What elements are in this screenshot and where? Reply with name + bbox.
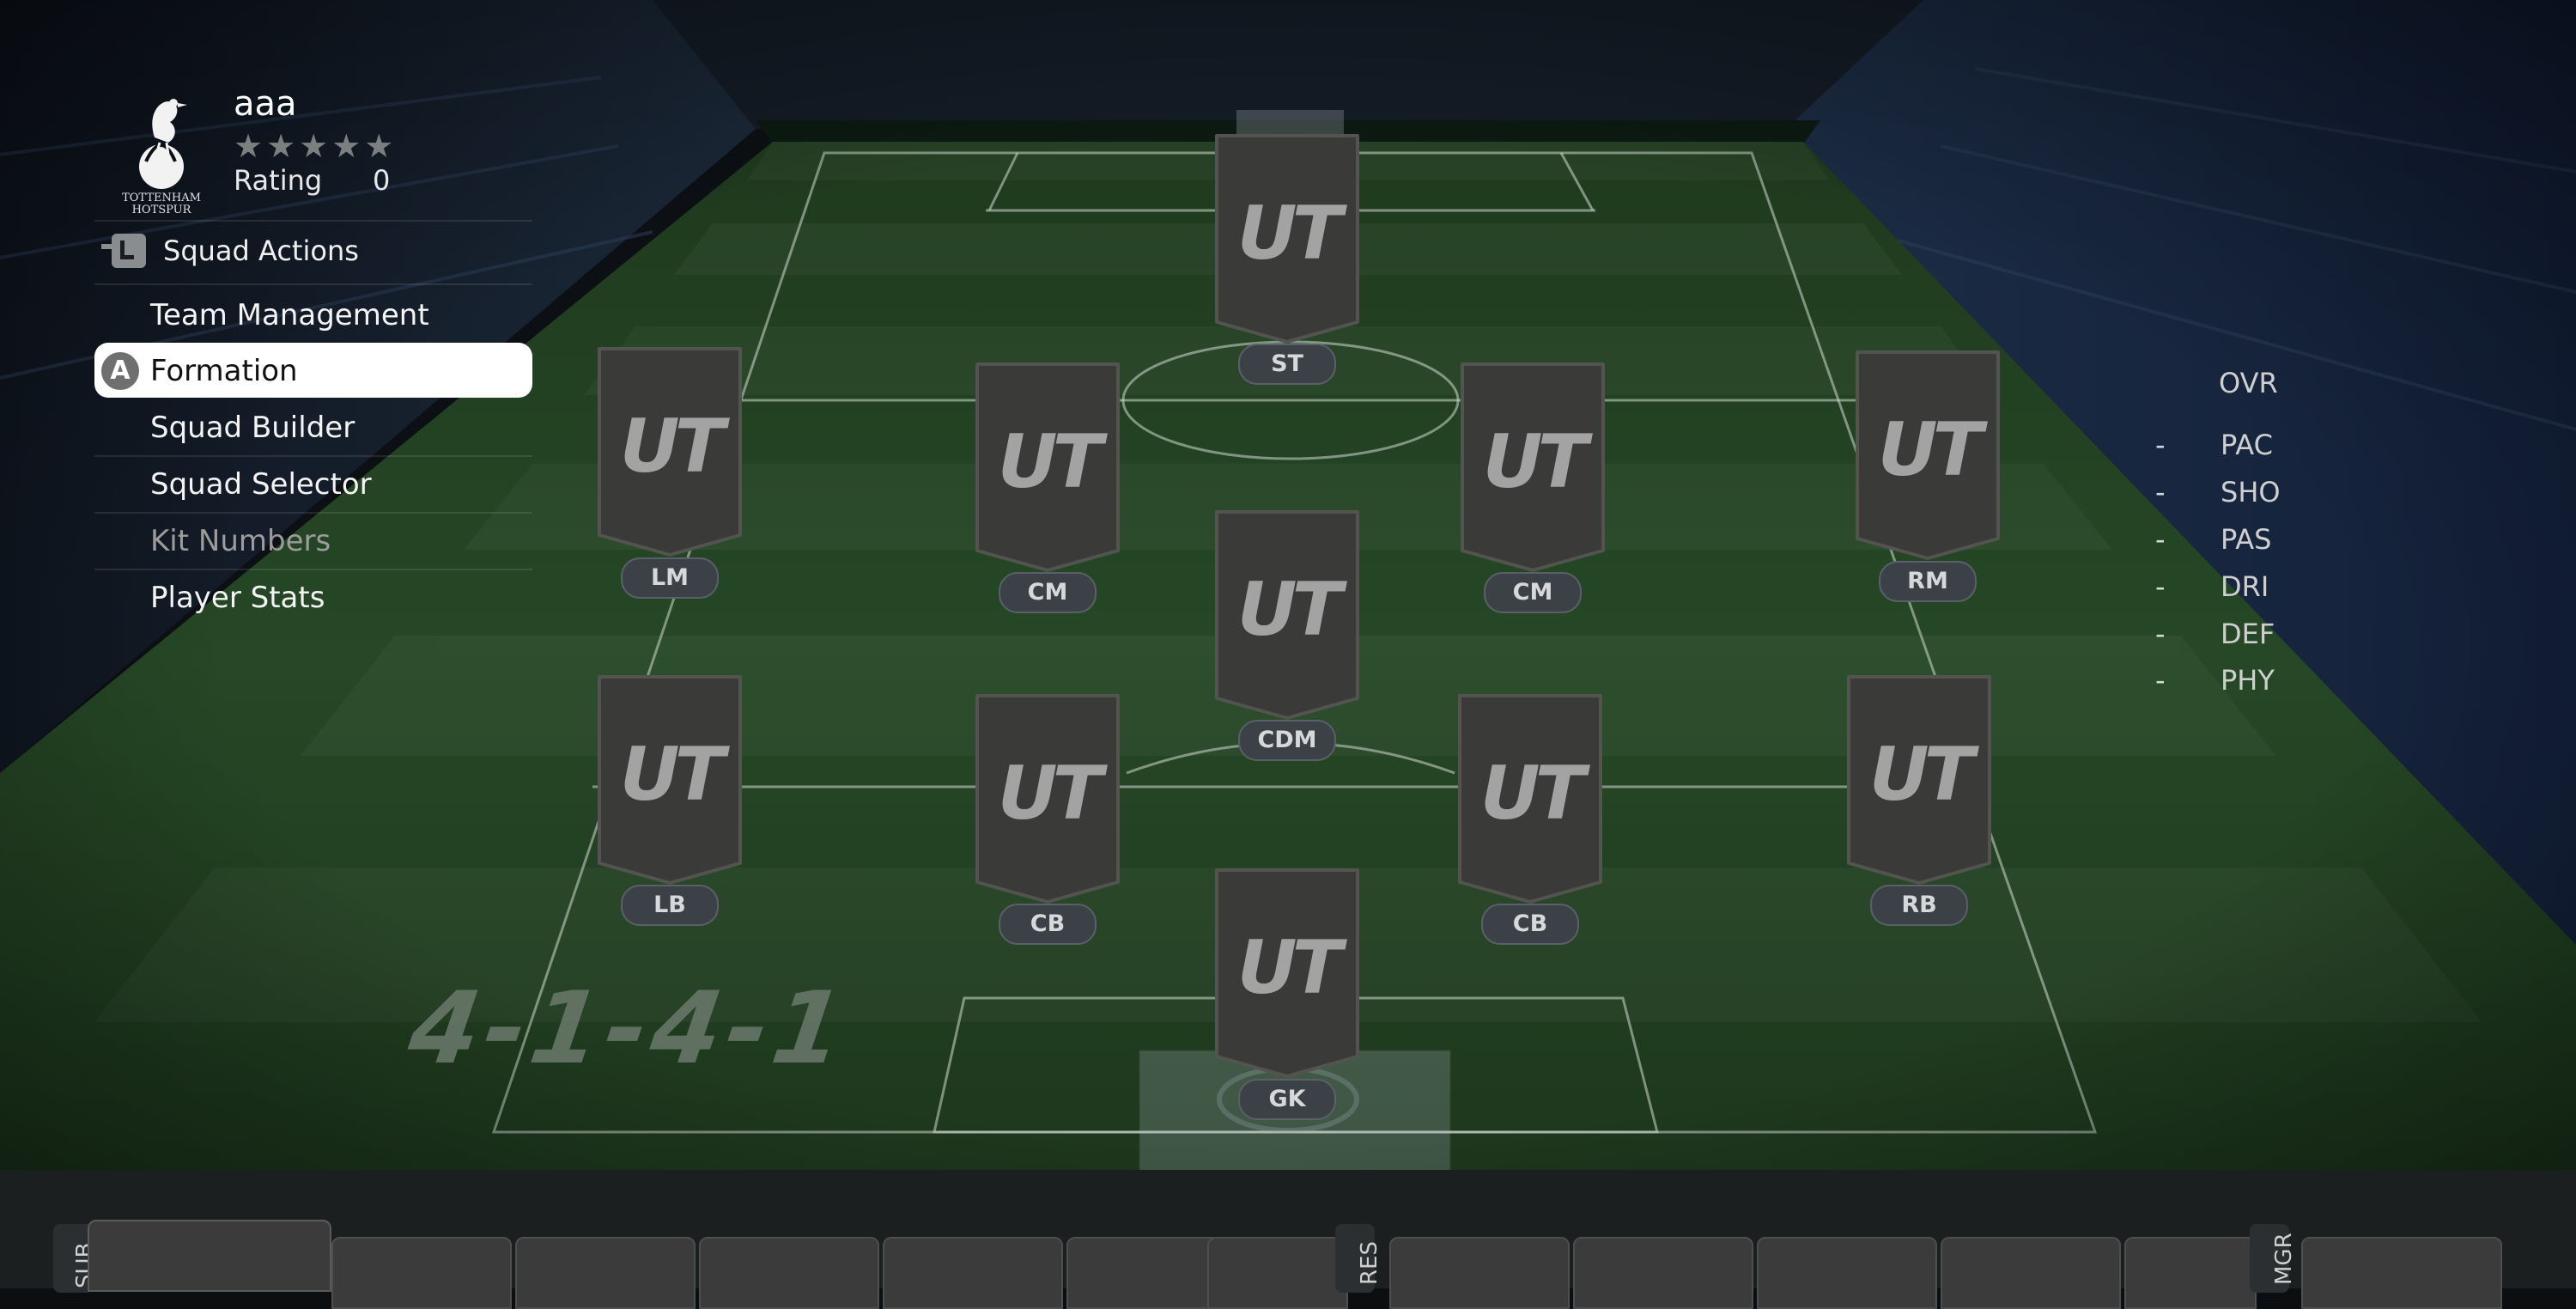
player-card-lcm[interactable]: UT [970, 357, 1125, 581]
bench-slot[interactable] [88, 1220, 331, 1292]
position-badge-rb: RB [1870, 885, 1968, 926]
reserve-slot[interactable] [1573, 1237, 1753, 1309]
player-card-lcb[interactable]: UT [970, 689, 1125, 912]
position-badge-rm: RM [1879, 561, 1977, 602]
menu-divider [94, 569, 532, 570]
reserve-slot[interactable] [2124, 1237, 2257, 1309]
bench-slot[interactable] [699, 1237, 879, 1309]
menu-item-squad-selector[interactable]: Squad Selector [150, 466, 372, 503]
manager-slot[interactable] [2301, 1237, 2502, 1309]
squad-name: aaa [234, 84, 297, 124]
club-crest-icon: TOTTENHAM HOTSPUR [94, 77, 232, 216]
position-badge-rcm: CM [1484, 572, 1582, 613]
position-badge-lcb: CB [999, 904, 1097, 945]
stat-sho-value: - [2155, 476, 2166, 508]
reserve-slot[interactable] [1941, 1237, 2121, 1309]
stat-phy-label: PHY [2221, 664, 2275, 697]
stat-pas-value: - [2155, 523, 2166, 556]
ut-logo-icon: UT [1868, 732, 1975, 818]
bench-slot[interactable] [1207, 1237, 1348, 1309]
position-badge-cdm: CDM [1238, 720, 1336, 761]
player-card-rcm[interactable]: UT [1455, 357, 1610, 581]
stat-ovr-label: OVR [2219, 367, 2278, 399]
menu-divider [94, 455, 532, 457]
rating-value: 0 [373, 164, 391, 197]
menu-item-formation[interactable]: Formation [150, 352, 298, 390]
player-card-lb[interactable]: UT [592, 670, 747, 893]
position-badge-st: ST [1238, 344, 1336, 385]
reserve-slot[interactable] [1389, 1237, 1570, 1309]
stat-pac-label: PAC [2221, 429, 2273, 461]
menu-item-team-management[interactable]: Team Management [150, 296, 429, 334]
ut-logo-icon: UT [1236, 925, 1343, 1011]
reserves-label: RES [1357, 1241, 1382, 1285]
bench-slot[interactable] [515, 1237, 696, 1309]
svg-text:HOTSPUR: HOTSPUR [132, 204, 192, 215]
ut-logo-icon: UT [1236, 567, 1343, 653]
position-badge-lcm: CM [999, 572, 1097, 613]
player-card-cdm[interactable]: UT [1210, 505, 1364, 728]
rating-label: Rating [234, 164, 323, 197]
player-card-rcb[interactable]: UT [1453, 689, 1607, 912]
reserve-slot[interactable] [1757, 1237, 1937, 1309]
position-badge-gk: GK [1238, 1079, 1336, 1120]
manager-label: MGR [2271, 1233, 2297, 1285]
menu-item-squad-builder[interactable]: Squad Builder [150, 409, 355, 447]
star-rating: ★★★★★ [234, 127, 398, 165]
stat-pac-value: - [2155, 429, 2166, 461]
ut-logo-icon: UT [1236, 191, 1343, 277]
ut-logo-icon: UT [619, 404, 726, 490]
position-badge-rcb: CB [1481, 904, 1579, 945]
stat-def-label: DEF [2221, 618, 2275, 650]
ut-logo-icon: UT [1877, 407, 1984, 493]
player-card-gk[interactable]: UT [1210, 863, 1364, 1087]
stat-def-value: - [2155, 618, 2166, 650]
ut-logo-icon: UT [1479, 751, 1586, 837]
player-card-rb[interactable]: UT [1842, 670, 1996, 893]
stat-phy-value: - [2155, 664, 2166, 697]
formation-label: 4-1-4-1 [402, 971, 856, 1087]
ut-logo-icon: UT [619, 732, 726, 818]
squad-screen: TOTTENHAM HOTSPUR aaa ★★★★★ Rating 0 Squ… [0, 0, 2576, 1309]
ut-logo-icon: UT [1482, 419, 1589, 505]
bench-slot[interactable] [331, 1237, 512, 1309]
player-card-rm[interactable]: UT [1850, 345, 2005, 569]
menu-divider [94, 512, 532, 514]
bench-slot[interactable] [883, 1237, 1063, 1309]
menu-divider [94, 220, 532, 222]
squad-actions-icon [101, 234, 146, 268]
position-badge-lm: LM [621, 557, 719, 599]
player-card-lm[interactable]: UT [592, 342, 747, 565]
ut-logo-icon: UT [997, 751, 1103, 837]
stat-pas-label: PAS [2221, 523, 2272, 556]
menu-divider [94, 283, 532, 285]
svg-text:TOTTENHAM: TOTTENHAM [122, 192, 201, 204]
position-badge-lb: LB [621, 885, 719, 926]
stat-dri-value: - [2155, 570, 2166, 603]
player-card-st[interactable]: UT [1210, 129, 1364, 352]
stat-sho-label: SHO [2221, 476, 2281, 508]
a-button-icon: A [101, 352, 139, 390]
menu-item-player-stats[interactable]: Player Stats [150, 579, 325, 617]
menu-item-kit-numbers[interactable]: Kit Numbers [150, 522, 331, 560]
squad-actions-label: Squad Actions [163, 234, 359, 267]
stat-dri-label: DRI [2221, 570, 2269, 603]
ut-logo-icon: UT [997, 419, 1103, 505]
